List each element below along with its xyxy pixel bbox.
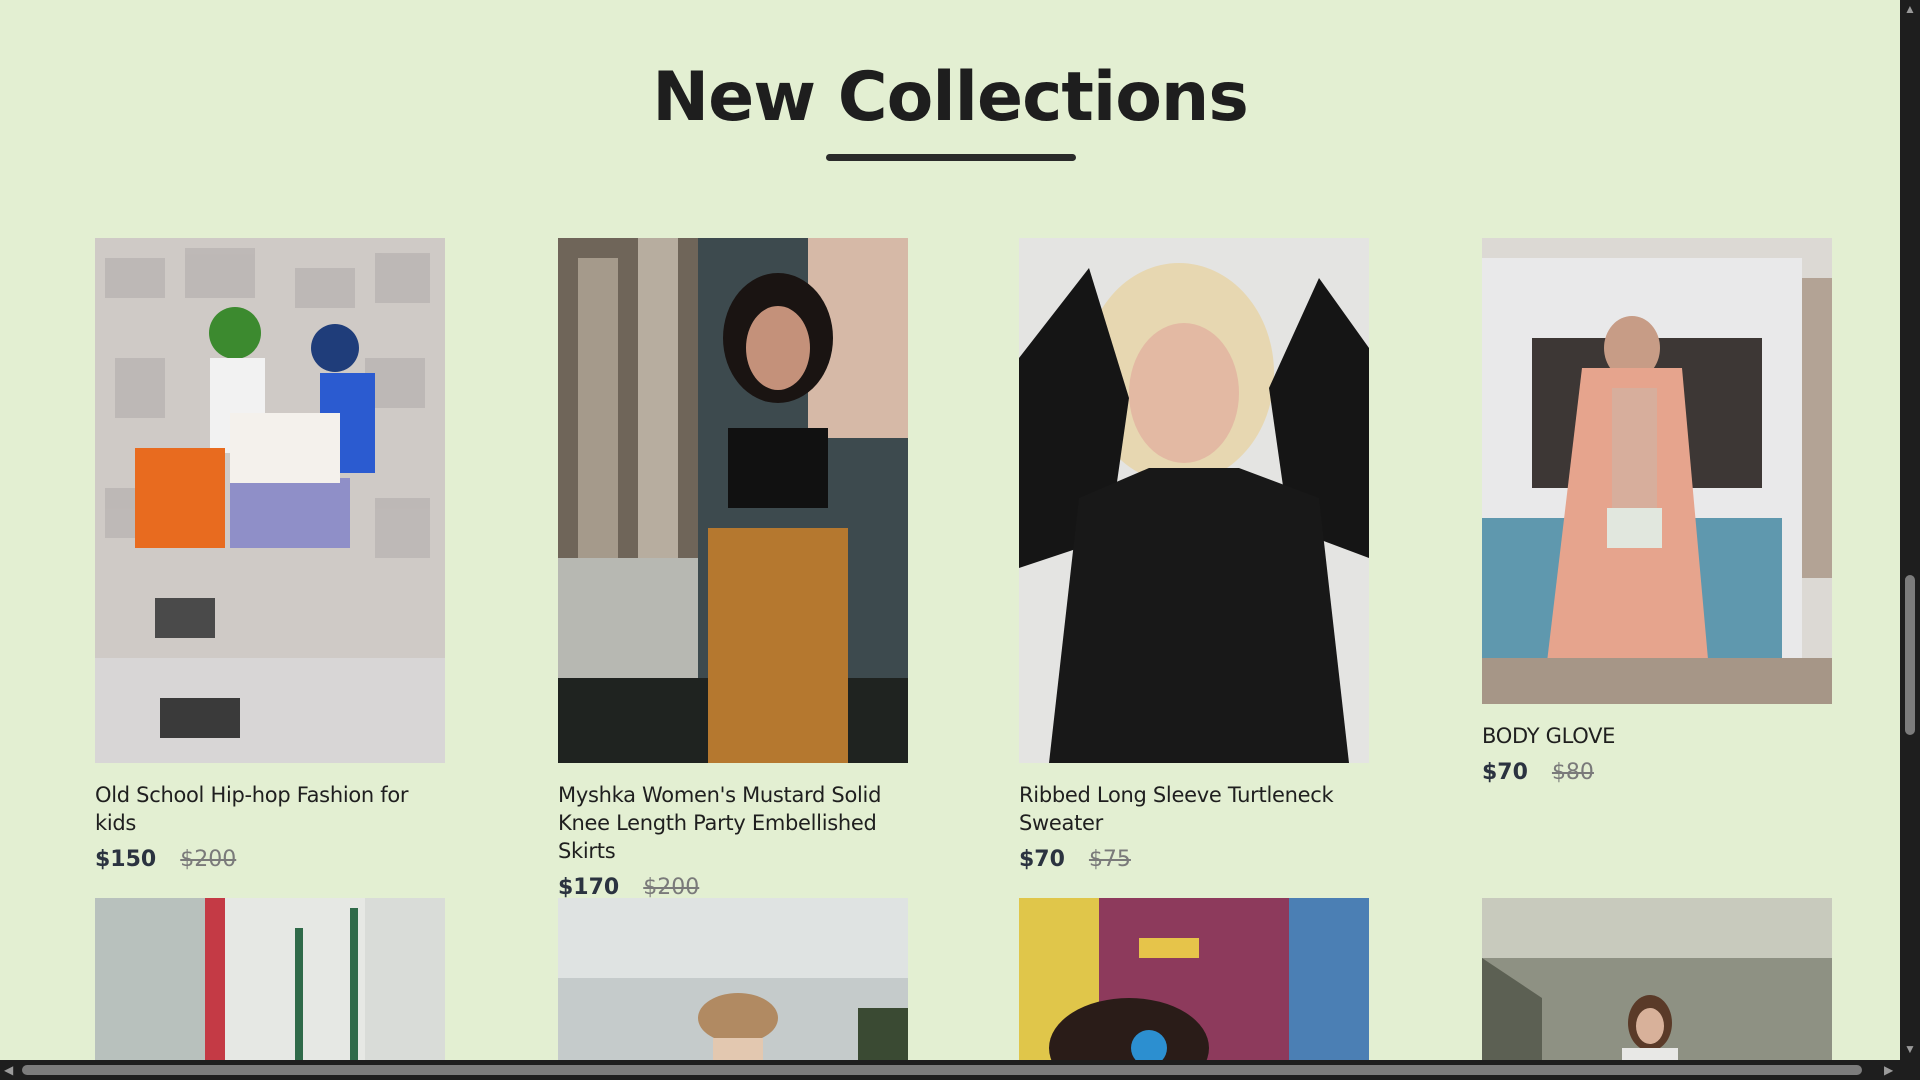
product-prices: $170 $200 bbox=[558, 875, 918, 900]
product-old-price: $80 bbox=[1551, 760, 1594, 785]
product-price: $150 bbox=[95, 847, 157, 872]
horizontal-scrollbar[interactable]: ◀ ▶ bbox=[0, 1060, 1920, 1080]
horizontal-scroll-thumb[interactable] bbox=[22, 1065, 1862, 1075]
scroll-right-arrow-icon[interactable]: ▶ bbox=[1884, 1064, 1893, 1076]
product-image[interactable] bbox=[558, 238, 908, 763]
page: New Collections Old School Hip-hop Fashi… bbox=[0, 0, 1900, 1060]
product-old-price: $200 bbox=[180, 847, 237, 872]
product-card[interactable] bbox=[95, 898, 455, 1060]
product-image[interactable] bbox=[1482, 898, 1832, 1060]
product-image[interactable] bbox=[1019, 898, 1369, 1060]
vertical-scroll-thumb[interactable] bbox=[1905, 575, 1915, 735]
product-old-price: $75 bbox=[1088, 847, 1131, 872]
product-card[interactable]: BODY GLOVE $70 $80 bbox=[1482, 238, 1842, 785]
product-card[interactable] bbox=[1019, 898, 1379, 1060]
product-card[interactable] bbox=[1482, 898, 1842, 1060]
scroll-down-arrow-icon[interactable]: ▼ bbox=[1904, 1043, 1916, 1055]
product-price: $170 bbox=[558, 875, 620, 900]
product-image[interactable] bbox=[1019, 238, 1369, 763]
product-card[interactable]: Ribbed Long Sleeve Turtleneck Sweater $7… bbox=[1019, 238, 1379, 872]
product-price: $70 bbox=[1482, 760, 1528, 785]
product-name[interactable]: Myshka Women's Mustard Solid Knee Length… bbox=[558, 781, 918, 865]
product-name[interactable]: BODY GLOVE bbox=[1482, 722, 1842, 750]
product-prices: $70 $75 bbox=[1019, 847, 1379, 872]
product-card[interactable] bbox=[558, 898, 918, 1060]
product-name[interactable]: Ribbed Long Sleeve Turtleneck Sweater bbox=[1019, 781, 1379, 837]
product-prices: $150 $200 bbox=[95, 847, 455, 872]
product-card[interactable]: Old School Hip-hop Fashion for kids $150… bbox=[95, 238, 455, 872]
product-prices: $70 $80 bbox=[1482, 760, 1842, 785]
product-image[interactable] bbox=[1482, 238, 1832, 704]
product-card[interactable]: Myshka Women's Mustard Solid Knee Length… bbox=[558, 238, 918, 900]
section-title: New Collections bbox=[652, 58, 1249, 137]
product-image[interactable] bbox=[95, 898, 445, 1060]
product-image[interactable] bbox=[95, 238, 445, 763]
product-name[interactable]: Old School Hip-hop Fashion for kids bbox=[95, 781, 455, 837]
title-underline bbox=[826, 154, 1076, 161]
product-old-price: $200 bbox=[643, 875, 700, 900]
product-price: $70 bbox=[1019, 847, 1065, 872]
product-image[interactable] bbox=[558, 898, 908, 1060]
scroll-up-arrow-icon[interactable]: ▲ bbox=[1904, 3, 1916, 15]
scroll-left-arrow-icon[interactable]: ◀ bbox=[4, 1064, 13, 1076]
vertical-scrollbar[interactable]: ▲ ▼ bbox=[1900, 0, 1920, 1060]
